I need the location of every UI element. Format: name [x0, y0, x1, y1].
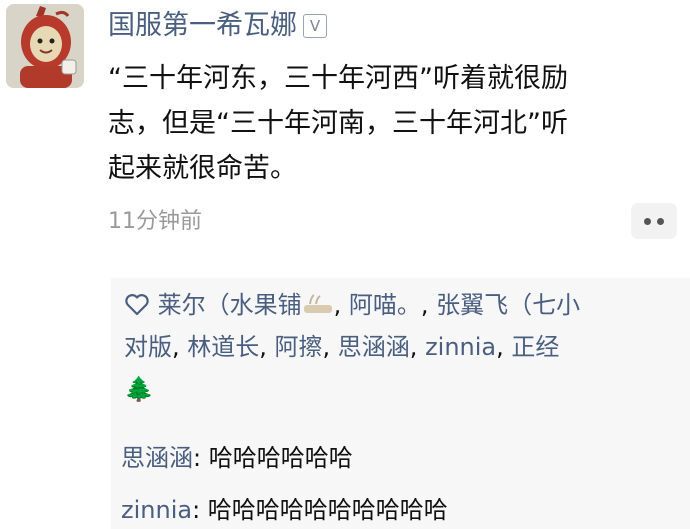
liker-name[interactable]: 林道长 [187, 333, 259, 361]
post-text-line: 起来就很命苦。 [108, 153, 297, 184]
post-author[interactable]: 国服第一希瓦娜 V [108, 8, 327, 44]
liker-name[interactable]: 思涵涵 [338, 333, 410, 361]
timestamp: 11分钟前 [108, 209, 202, 234]
likes-row: 对版, 林道长, 阿擦, 思涵涵, zinnia, 正经 [124, 333, 560, 361]
comment-text: 哈哈哈哈哈哈 [208, 444, 353, 472]
liker-name[interactable]: zinnia [425, 333, 496, 361]
liker-name[interactable]: 正经 [511, 333, 559, 361]
liker-name[interactable]: 莱尔（水果铺 [158, 291, 302, 319]
tree-emoji-icon: 🌲 [124, 375, 154, 403]
comment-author[interactable]: zinnia [121, 496, 192, 524]
avatar[interactable] [6, 4, 84, 88]
teletubby-avatar-image [6, 4, 84, 88]
likes-list: 莱尔（水果铺, 阿喵。, 张翼飞（七小 对版, 林道长, 阿擦, 思涵涵, zi… [124, 284, 684, 410]
comment-item[interactable]: 思涵涵: 哈哈哈哈哈哈 [121, 441, 353, 475]
more-dots-icon[interactable] [631, 203, 677, 239]
liker-name[interactable]: 阿喵。 [349, 291, 421, 319]
likes-row: 🌲 [124, 368, 684, 410]
v-badge-icon: V [303, 14, 327, 38]
heart-outline-icon[interactable] [124, 293, 150, 317]
post-text-line: “三十年河东，三十年河西”听着就很励 [108, 63, 568, 94]
likes-row: 莱尔（水果铺, 阿喵。, 张翼飞（七小 [124, 284, 684, 326]
comment-author[interactable]: 思涵涵 [121, 444, 193, 472]
post-text: “三十年河东，三十年河西”听着就很励 志，但是“三十年河南，三十年河北”听 起来… [108, 56, 683, 191]
liker-name[interactable]: 阿擦 [275, 333, 323, 361]
bread-emoji-icon [303, 294, 332, 313]
comment-item[interactable]: zinnia: 哈哈哈哈哈哈哈哈哈哈 [121, 493, 448, 527]
comment-text: 哈哈哈哈哈哈哈哈哈哈 [207, 496, 448, 524]
liker-name[interactable]: 对版 [124, 333, 172, 361]
username[interactable]: 国服第一希瓦娜 [108, 10, 297, 41]
post-text-line: 志，但是“三十年河南，三十年河北”听 [108, 108, 568, 139]
liker-name[interactable]: 张翼飞（七小 [436, 291, 580, 319]
